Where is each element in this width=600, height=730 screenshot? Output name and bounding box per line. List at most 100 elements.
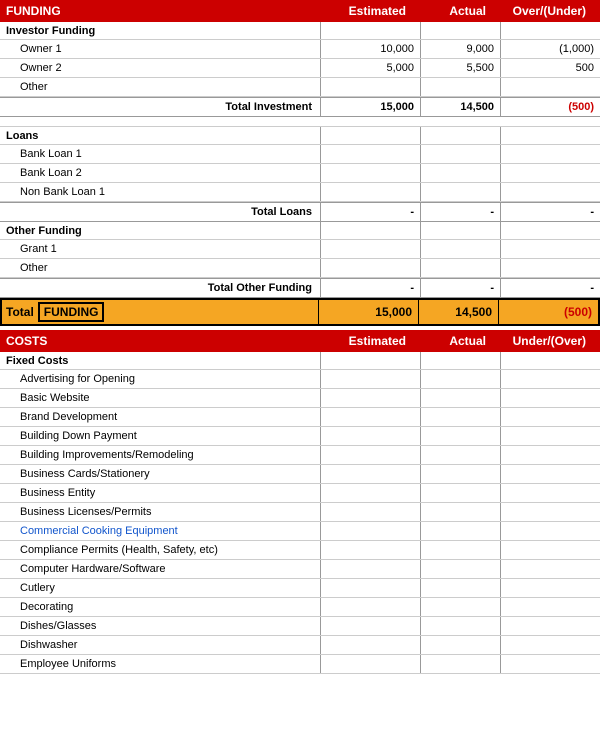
fixed-cost-label-4: Building Improvements/Remodeling [0, 447, 320, 463]
other-funding-other-label: Other [0, 260, 320, 276]
funding-col-estimated: Estimated [314, 4, 414, 18]
fixed-cost-estimated-4 [320, 446, 420, 464]
fixed-cost-actual-1 [420, 389, 500, 407]
fixed-costs-section: Fixed Costs [0, 352, 600, 370]
total-other-funding-label: Total Other Funding [0, 282, 320, 294]
investor-funding-label: Investor Funding [0, 23, 320, 39]
fixed-cost-over-14 [500, 636, 600, 654]
fixed-cost-estimated-7 [320, 503, 420, 521]
spacer [0, 117, 600, 127]
grand-total-funding-estimated: 15,000 [318, 300, 418, 324]
grand-total-funding-over: (500) [498, 300, 598, 324]
total-loans-estimated: - [320, 203, 420, 221]
table-row: Business Entity [0, 484, 600, 503]
grant1-actual [420, 240, 500, 258]
total-other-funding-actual: - [420, 279, 500, 297]
fixed-cost-actual-15 [420, 655, 500, 673]
non-bank-loan1-label: Non Bank Loan 1 [0, 184, 320, 200]
fixed-cost-actual-2 [420, 408, 500, 426]
fixed-cost-over-7 [500, 503, 600, 521]
bank-loan1-actual [420, 145, 500, 163]
owner1-actual: 9,000 [420, 40, 500, 58]
total-investment-over: (500) [500, 98, 600, 116]
table-row: Building Improvements/Remodeling [0, 446, 600, 465]
costs-title: COSTS [6, 334, 314, 348]
other-funding-label: Other Funding [0, 223, 320, 239]
fixed-cost-estimated-8 [320, 522, 420, 540]
owner2-label: Owner 2 [0, 60, 320, 76]
grand-total-funding-row: Total FUNDING 15,000 14,500 (500) [0, 298, 600, 326]
fixed-cost-actual-14 [420, 636, 500, 654]
investor-funding-section: Investor Funding [0, 22, 600, 40]
costs-col-estimated: Estimated [314, 334, 414, 348]
fixed-cost-label-7: Business Licenses/Permits [0, 504, 320, 520]
non-bank-loan1-actual [420, 183, 500, 201]
owner1-estimated: 10,000 [320, 40, 420, 58]
owner1-label: Owner 1 [0, 41, 320, 57]
total-other-funding-over: - [500, 279, 600, 297]
investor-other-actual [420, 78, 500, 96]
fixed-cost-label-15: Employee Uniforms [0, 656, 320, 672]
fixed-cost-actual-11 [420, 579, 500, 597]
non-bank-loan1-estimated [320, 183, 420, 201]
table-row: Brand Development [0, 408, 600, 427]
table-row: Business Licenses/Permits [0, 503, 600, 522]
table-row: Non Bank Loan 1 [0, 183, 600, 202]
fixed-cost-label-11: Cutlery [0, 580, 320, 596]
loans-label: Loans [0, 128, 320, 144]
table-row: Grant 1 [0, 240, 600, 259]
bank-loan1-over [500, 145, 600, 163]
fixed-cost-label-14: Dishwasher [0, 637, 320, 653]
other-funding-other-estimated [320, 259, 420, 277]
table-row: Dishwasher [0, 636, 600, 655]
total-other-funding-estimated: - [320, 279, 420, 297]
fixed-cost-actual-4 [420, 446, 500, 464]
owner2-estimated: 5,000 [320, 59, 420, 77]
table-row: Commercial Cooking Equipment [0, 522, 600, 541]
fixed-cost-over-4 [500, 446, 600, 464]
costs-header: COSTS Estimated Actual Under/(Over) [0, 330, 600, 352]
spreadsheet: FUNDING Estimated Actual Over/(Under) In… [0, 0, 600, 674]
funding-col-actual: Actual [414, 4, 494, 18]
fixed-cost-over-3 [500, 427, 600, 445]
loans-section: Loans [0, 127, 600, 145]
grant1-label: Grant 1 [0, 241, 320, 257]
fixed-cost-estimated-0 [320, 370, 420, 388]
fixed-cost-estimated-15 [320, 655, 420, 673]
table-row: Other [0, 78, 600, 97]
fixed-cost-label-8: Commercial Cooking Equipment [0, 523, 320, 539]
fixed-cost-actual-9 [420, 541, 500, 559]
fixed-cost-actual-3 [420, 427, 500, 445]
fixed-cost-actual-12 [420, 598, 500, 616]
fixed-cost-estimated-2 [320, 408, 420, 426]
fixed-cost-label-2: Brand Development [0, 409, 320, 425]
fixed-cost-over-5 [500, 465, 600, 483]
fixed-cost-over-1 [500, 389, 600, 407]
fixed-costs-label: Fixed Costs [0, 353, 320, 369]
fixed-cost-actual-7 [420, 503, 500, 521]
total-investment-actual: 14,500 [420, 98, 500, 116]
fixed-cost-estimated-14 [320, 636, 420, 654]
total-loans-actual: - [420, 203, 500, 221]
grant1-estimated [320, 240, 420, 258]
fixed-cost-actual-6 [420, 484, 500, 502]
bank-loan1-estimated [320, 145, 420, 163]
table-row: Owner 1 10,000 9,000 (1,000) [0, 40, 600, 59]
investor-other-estimated [320, 78, 420, 96]
bank-loan2-actual [420, 164, 500, 182]
table-row: Owner 2 5,000 5,500 500 [0, 59, 600, 78]
table-row: Decorating [0, 598, 600, 617]
fixed-cost-over-6 [500, 484, 600, 502]
investor-other-label: Other [0, 79, 320, 95]
table-row: Other [0, 259, 600, 278]
table-row: Advertising for Opening [0, 370, 600, 389]
other-funding-other-actual [420, 259, 500, 277]
non-bank-loan1-over [500, 183, 600, 201]
owner1-over: (1,000) [500, 40, 600, 58]
grant1-over [500, 240, 600, 258]
table-row: Basic Website [0, 389, 600, 408]
fixed-cost-over-11 [500, 579, 600, 597]
fixed-cost-label-10: Computer Hardware/Software [0, 561, 320, 577]
owner2-over: 500 [500, 59, 600, 77]
fixed-cost-actual-13 [420, 617, 500, 635]
